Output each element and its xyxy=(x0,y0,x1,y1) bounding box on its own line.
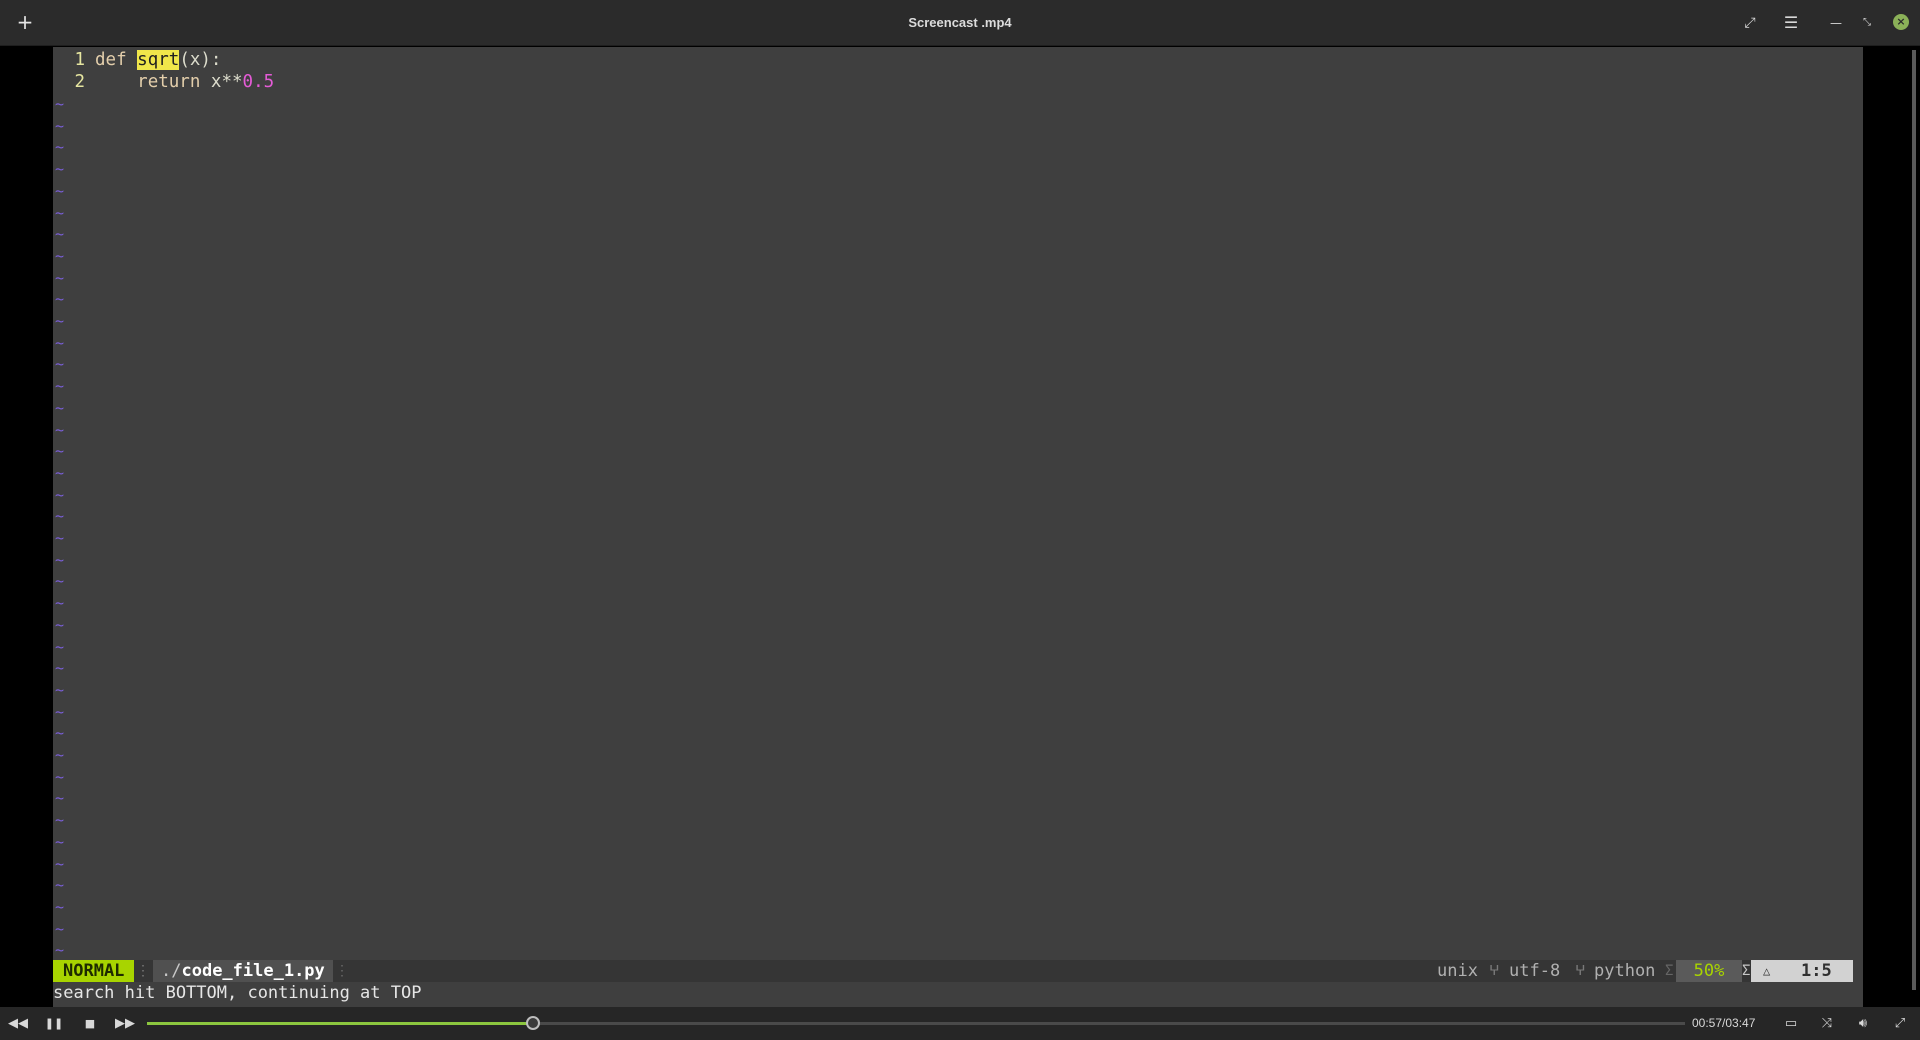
separator-icon: ⋮ xyxy=(335,963,349,979)
code-text: (x): xyxy=(179,50,222,70)
tilde-marker: ~ xyxy=(55,680,65,699)
pause-icon[interactable]: ❚❚ xyxy=(43,1013,65,1035)
file-dir: ./ xyxy=(161,961,182,981)
tilde-marker: ~ xyxy=(55,897,65,916)
filetype: python xyxy=(1594,961,1656,981)
seek-progress xyxy=(147,1022,534,1025)
cursor-position: 1:5 xyxy=(1801,961,1832,981)
tilde-marker: ~ xyxy=(55,138,65,157)
hamburger-menu-icon[interactable]: ☰ xyxy=(1780,12,1802,34)
tilde-marker: ~ xyxy=(55,420,65,439)
keyword-return: return xyxy=(137,72,201,92)
tilde-marker: ~ xyxy=(55,659,65,678)
tilde-marker: ~ xyxy=(55,290,65,309)
tilde-marker: ~ xyxy=(55,724,65,743)
encoding: utf-8 xyxy=(1509,961,1561,981)
tilde-marker: ~ xyxy=(55,811,65,830)
mode-indicator: NORMAL xyxy=(53,960,135,982)
tilde-marker: ~ xyxy=(55,919,65,938)
line-number: 1 xyxy=(74,50,85,70)
fast-forward-icon[interactable]: ▶▶ xyxy=(114,1013,136,1035)
tilde-marker: ~ xyxy=(55,507,65,526)
tilde-marker: ~ xyxy=(55,160,65,179)
separator-icon: ⵖ xyxy=(1489,963,1500,979)
tilde-marker: ~ xyxy=(55,355,65,374)
tilde-marker: ~ xyxy=(55,767,65,786)
tilde-marker: ~ xyxy=(55,181,65,200)
tilde-marker: ~ xyxy=(55,854,65,873)
code-line-1: 1 def sqrt(x): xyxy=(53,49,221,71)
player-controls: ◀◀ ❚❚ ■ ▶▶ 00:57/03:47 ▭ ⤨ 🔊︎ ⤢ xyxy=(0,1007,1920,1040)
tilde-marker: ~ xyxy=(55,789,65,808)
tilde-marker: ~ xyxy=(55,572,65,591)
tilde-marker: ~ xyxy=(55,246,65,265)
title-bar: + Screencast .mp4 ⤢ ☰ — ⤡ × xyxy=(0,0,1920,46)
file-basename: code_file_1.py xyxy=(181,961,325,981)
volume-icon[interactable]: 🔊︎ xyxy=(1852,1013,1874,1035)
tilde-marker: ~ xyxy=(55,377,65,396)
close-icon[interactable]: × xyxy=(1893,14,1909,30)
scroll-percent: 50% xyxy=(1676,960,1742,982)
keyword-def: def xyxy=(95,50,127,70)
cursor-position-box: △ 1:5 xyxy=(1751,960,1853,982)
tilde-marker: ~ xyxy=(55,746,65,764)
video-area: 1 def sqrt(x): 2 return x**0.5 ~ ~ ~ ~ ~ ~ ~ ~ ~ ~… xyxy=(0,47,1920,1007)
tilde-marker: ~ xyxy=(55,312,65,330)
scrollbar[interactable] xyxy=(1912,50,1916,990)
separator-icon: Σ xyxy=(1665,963,1674,979)
code-text: x** xyxy=(200,72,243,92)
tilde-marker: ~ xyxy=(55,529,65,547)
tilde-marker: ~ xyxy=(55,203,65,222)
stop-icon[interactable]: ■ xyxy=(79,1013,101,1035)
fullscreen-icon[interactable]: ⤢ xyxy=(1889,1013,1911,1035)
file-name: ./code_file_1.py xyxy=(153,960,333,982)
separator-icon: ⋮ xyxy=(136,963,150,979)
tilde-marker: ~ xyxy=(55,116,65,135)
restore-icon[interactable]: ⤡ xyxy=(1856,12,1878,34)
tilde-marker: ~ xyxy=(55,268,65,287)
seek-bar[interactable] xyxy=(147,1016,1685,1030)
subtitles-icon[interactable]: ▭ xyxy=(1780,1013,1802,1035)
tilde-marker: ~ xyxy=(55,225,65,244)
search-match: sqrt xyxy=(137,50,180,70)
line-marker-icon: △ xyxy=(1763,964,1771,978)
tilde-marker: ~ xyxy=(55,702,65,721)
command-line-message: search hit BOTTOM, continuing at TOP xyxy=(53,983,422,1003)
tilde-marker: ~ xyxy=(55,637,65,656)
tilde-marker: ~ xyxy=(55,876,65,895)
seek-handle[interactable] xyxy=(526,1016,541,1030)
tilde-marker: ~ xyxy=(55,594,65,613)
window-title: Screencast .mp4 xyxy=(908,15,1012,30)
shuffle-icon[interactable]: ⤨ xyxy=(1816,1013,1838,1035)
tilde-marker: ~ xyxy=(55,442,65,461)
tilde-marker: ~ xyxy=(55,463,65,482)
code-line-2: 2 return x**0.5 xyxy=(53,71,274,93)
tilde-marker: ~ xyxy=(55,398,65,417)
tilde-marker: ~ xyxy=(55,615,65,634)
line-number: 2 xyxy=(74,72,85,92)
vim-editor: 1 def sqrt(x): 2 return x**0.5 ~ ~ ~ ~ ~ ~ ~ ~ ~ ~… xyxy=(53,47,1916,1007)
tilde-marker: ~ xyxy=(55,550,65,569)
tilde-marker: ~ xyxy=(55,941,65,960)
tilde-marker: ~ xyxy=(55,832,65,851)
tilde-marker: ~ xyxy=(55,485,65,504)
playback-time: 00:57/03:47 xyxy=(1692,1016,1756,1030)
number-literal: 0.5 xyxy=(242,72,275,92)
separator-icon: Σ xyxy=(1742,963,1751,979)
rewind-icon[interactable]: ◀◀ xyxy=(7,1013,29,1035)
tilde-marker: ~ xyxy=(55,333,65,352)
separator-icon: ⵖ xyxy=(1575,963,1586,979)
tilde-marker: ~ xyxy=(55,95,65,113)
expand-icon[interactable]: ⤢ xyxy=(1739,12,1761,34)
minimize-icon[interactable]: — xyxy=(1825,12,1847,34)
vim-statusline: NORMAL ⋮ ./code_file_1.py ⋮ unix ⵖ utf-8… xyxy=(53,960,1853,982)
fileformat: unix xyxy=(1437,961,1478,981)
